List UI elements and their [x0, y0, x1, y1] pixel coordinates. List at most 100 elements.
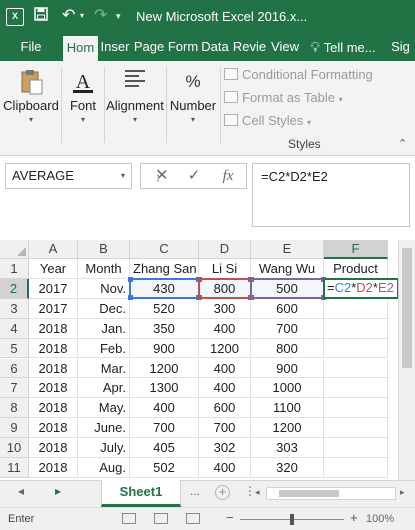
number-button[interactable]: % Number ▾ [167, 64, 219, 148]
name-box[interactable]: AVERAGE ▾ [5, 163, 132, 189]
active-cell-f2[interactable]: =C2*D2*E2 [323, 278, 399, 299]
tab-sign-in[interactable]: Sig [386, 33, 415, 61]
tab-insert[interactable]: Inser [98, 33, 132, 61]
zoom-level[interactable]: 100% [366, 513, 394, 525]
cell-c11[interactable]: 502 [130, 458, 199, 478]
cell-b4[interactable]: Jan. [78, 318, 130, 339]
zoom-slider-thumb[interactable] [290, 514, 294, 525]
font-button[interactable]: A Font ▾ [63, 64, 103, 148]
cell-c7[interactable]: 1300 [130, 378, 199, 399]
cell-d7[interactable]: 400 [199, 378, 251, 399]
cell-d9[interactable]: 700 [199, 418, 251, 439]
cell-f4[interactable] [324, 318, 388, 339]
insert-function-icon[interactable]: fx [213, 164, 243, 188]
cell-d1[interactable]: Li Si [199, 259, 251, 279]
cell-b11[interactable]: Aug. [78, 458, 130, 478]
cell-e11[interactable]: 320 [251, 458, 324, 478]
column-header-e[interactable]: E [251, 240, 324, 259]
cell-c8[interactable]: 400 [130, 398, 199, 419]
cell-f5[interactable] [324, 338, 388, 359]
column-header-d[interactable]: D [199, 240, 251, 259]
row-header-2[interactable]: 2 [0, 278, 29, 299]
cell-e6[interactable]: 900 [251, 358, 324, 379]
excel-app-icon[interactable]: X [6, 8, 24, 26]
cell-b8[interactable]: May. [78, 398, 130, 419]
clipboard-button[interactable]: Clipboard ▾ [3, 64, 59, 148]
undo-dropdown-icon[interactable]: ▾ [80, 6, 84, 26]
cell-f3[interactable] [324, 298, 388, 319]
sheet-tab-sheet1[interactable]: Sheet1 [101, 480, 181, 507]
cell-f9[interactable] [324, 418, 388, 439]
cell-d3[interactable]: 300 [199, 298, 251, 319]
tab-review[interactable]: Revie [231, 33, 268, 61]
tab-data[interactable]: Data [200, 33, 230, 61]
cell-b7[interactable]: Apr. [78, 378, 130, 399]
alignment-button[interactable]: Alignment ▾ [105, 64, 165, 148]
cell-c1[interactable]: Zhang San [130, 259, 199, 279]
scroll-left-icon[interactable]: ◂ [255, 487, 260, 498]
undo-icon[interactable]: ↶ [62, 6, 75, 26]
cell-a7[interactable]: 2018 [29, 378, 78, 399]
row-header-9[interactable]: 9 [0, 418, 29, 439]
zoom-in-button[interactable]: + [350, 510, 358, 525]
cell-c5[interactable]: 900 [130, 338, 199, 359]
row-header-3[interactable]: 3 [0, 298, 29, 319]
tab-formulas[interactable]: Form [166, 33, 200, 61]
format-as-table-button[interactable]: Format as Table ▾ [224, 87, 343, 109]
cell-a10[interactable]: 2018 [29, 438, 78, 458]
cell-d4[interactable]: 400 [199, 318, 251, 339]
scroll-right-icon[interactable]: ▸ [55, 484, 61, 498]
cell-d2[interactable]: 800 [199, 278, 251, 299]
row-header-7[interactable]: 7 [0, 378, 29, 399]
scroll-left-icon[interactable]: ◂ [18, 484, 24, 498]
cell-d11[interactable]: 400 [199, 458, 251, 478]
enter-icon[interactable]: ✓ [179, 164, 209, 188]
cell-e10[interactable]: 303 [251, 438, 324, 458]
cell-b9[interactable]: June. [78, 418, 130, 439]
cell-c3[interactable]: 520 [130, 298, 199, 319]
cell-d6[interactable]: 400 [199, 358, 251, 379]
cell-a2[interactable]: 2017 [29, 278, 78, 299]
cell-f6[interactable] [324, 358, 388, 379]
normal-view-icon[interactable] [122, 513, 136, 524]
cell-e3[interactable]: 600 [251, 298, 324, 319]
column-header-c[interactable]: C [130, 240, 199, 259]
redo-icon[interactable]: ↷ [94, 6, 107, 26]
tab-home[interactable]: Hom [63, 36, 98, 61]
cell-c2[interactable]: 430 [130, 278, 199, 299]
select-all-button[interactable] [0, 240, 29, 259]
formula-input[interactable]: =C2*D2*E2 [252, 163, 410, 227]
chevron-up-icon[interactable]: ⌃ [398, 137, 407, 150]
cell-d5[interactable]: 1200 [199, 338, 251, 359]
row-header-1[interactable]: 1 [0, 259, 29, 279]
row-header-4[interactable]: 4 [0, 318, 29, 339]
cell-a9[interactable]: 2018 [29, 418, 78, 439]
cell-e2[interactable]: 500 [251, 278, 324, 299]
cell-e9[interactable]: 1200 [251, 418, 324, 439]
cancel-icon[interactable]: ✕ [147, 164, 177, 188]
scrollbar-thumb[interactable] [402, 248, 412, 368]
cell-c9[interactable]: 700 [130, 418, 199, 439]
cell-c4[interactable]: 350 [130, 318, 199, 339]
cell-f1[interactable]: Product [324, 259, 388, 279]
cell-a1[interactable]: Year [29, 259, 78, 279]
page-break-view-icon[interactable] [186, 513, 200, 524]
row-header-11[interactable]: 11 [0, 458, 29, 478]
cell-a3[interactable]: 2017 [29, 298, 78, 319]
cell-f8[interactable] [324, 398, 388, 419]
cell-styles-button[interactable]: Cell Styles ▾ [224, 110, 311, 132]
cell-a8[interactable]: 2018 [29, 398, 78, 419]
column-header-a[interactable]: A [29, 240, 78, 259]
save-icon[interactable] [34, 6, 48, 26]
add-sheet-button[interactable]: + [215, 485, 230, 500]
horizontal-scrollbar[interactable] [266, 487, 396, 500]
cell-b10[interactable]: July. [78, 438, 130, 458]
cell-e8[interactable]: 1100 [251, 398, 324, 419]
cell-c10[interactable]: 405 [130, 438, 199, 458]
cell-b1[interactable]: Month [78, 259, 130, 279]
zoom-out-button[interactable]: − [226, 510, 234, 525]
tell-me-search[interactable]: 💡︎ Tell me... [308, 33, 378, 61]
cell-f11[interactable] [324, 458, 388, 478]
cell-a6[interactable]: 2018 [29, 358, 78, 379]
scrollbar-thumb[interactable] [279, 490, 339, 497]
